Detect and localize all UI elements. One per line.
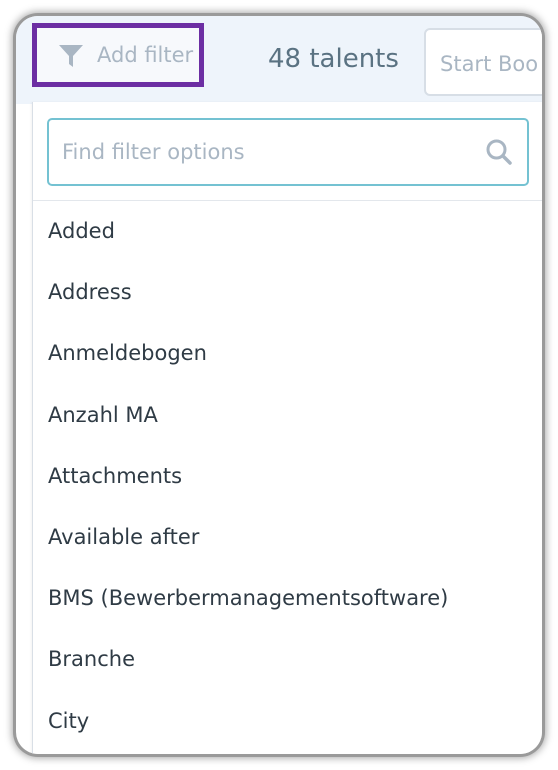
toolbar: Add filter 48 talents Start Boo [16,16,542,104]
filter-option[interactable]: Available after [33,507,542,568]
filter-option[interactable]: City [33,691,542,752]
filter-dropdown: Added Address Anmeldebogen Anzahl MA Att… [32,102,542,754]
start-button[interactable]: Start Boo [424,28,542,96]
filter-option[interactable]: Anzahl MA [33,385,542,446]
filter-option[interactable]: Anmeldebogen [33,323,542,384]
filter-option[interactable]: Added [33,201,542,262]
funnel-icon [59,45,83,67]
filter-search-box [47,118,529,186]
filter-option[interactable]: Branche [33,629,542,690]
add-filter-button[interactable]: Add filter [32,23,204,87]
filter-option[interactable]: Attachments [33,446,542,507]
filter-options-list: Added Address Anmeldebogen Anzahl MA Att… [33,201,542,752]
add-filter-label: Add filter [97,43,194,67]
talent-count: 48 talents [268,44,399,74]
app-window: Add filter 48 talents Start Boo Added Ad… [16,16,542,754]
filter-option[interactable]: BMS (Bewerbermanagementsoftware) [33,568,542,629]
filter-option[interactable]: Address [33,262,542,323]
start-button-label: Start Boo [440,52,539,76]
filter-search-input[interactable] [49,120,482,184]
search-icon[interactable] [485,138,513,166]
